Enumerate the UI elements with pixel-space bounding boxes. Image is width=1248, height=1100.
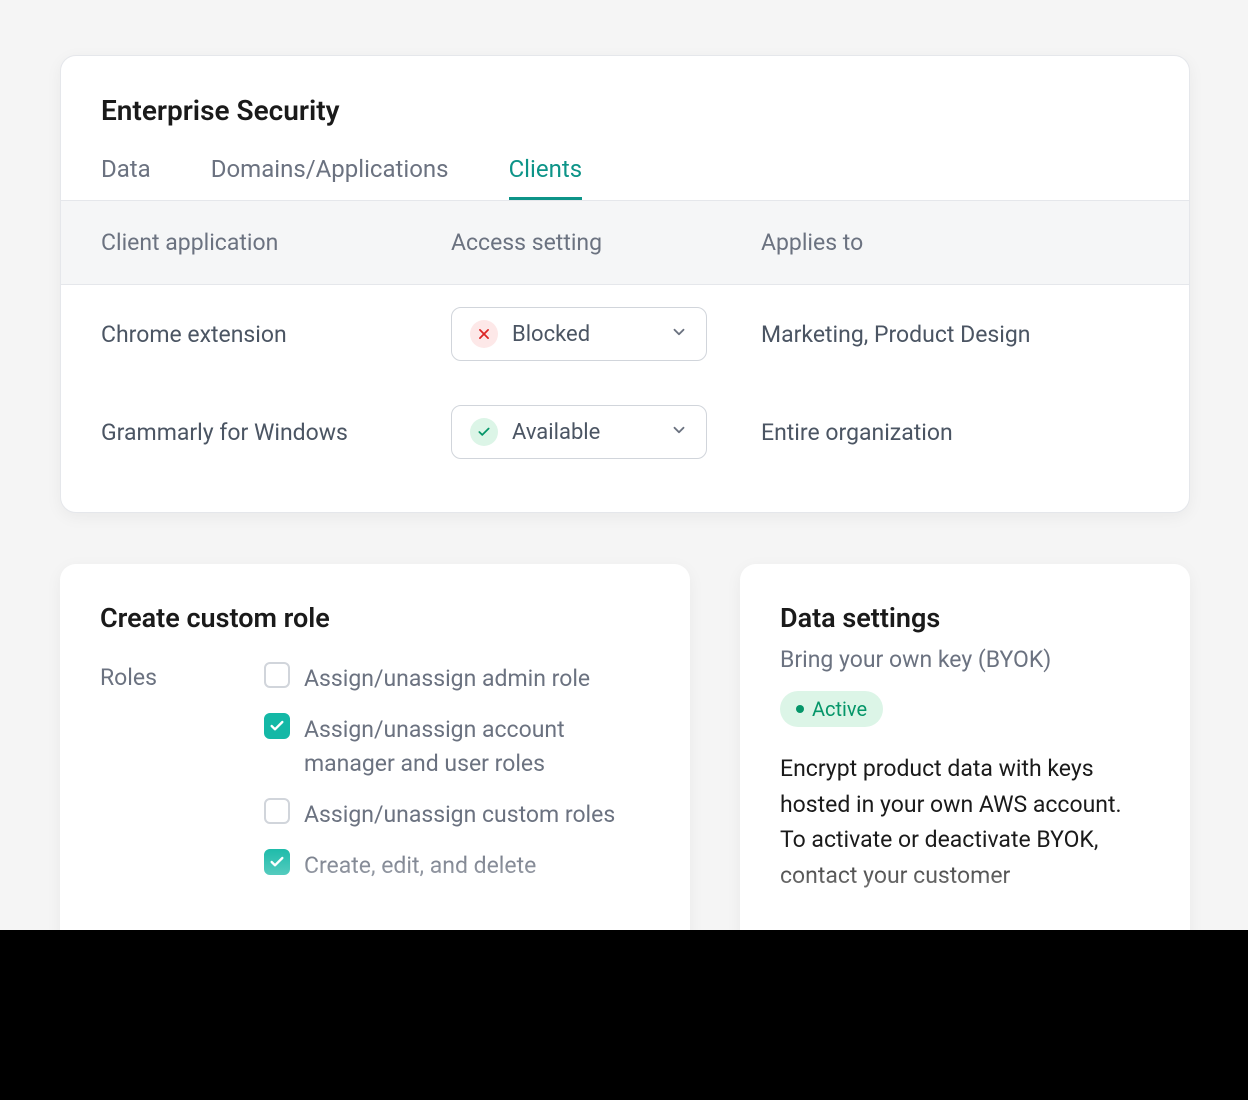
list-item: Create, edit, and delete (264, 849, 650, 882)
list-item: Assign/unassign custom roles (264, 798, 650, 831)
checkbox-label: Assign/unassign custom roles (304, 798, 615, 831)
checkbox[interactable] (264, 662, 290, 688)
status-badge-label: Active (812, 697, 867, 721)
client-app-name: Grammarly for Windows (101, 419, 451, 446)
table-row: Grammarly for Windows Available Entire o… (61, 383, 1189, 481)
list-item: Assign/unassign account manager and user… (264, 713, 650, 780)
status-badge: Active (780, 691, 883, 727)
section-title: Create custom role (100, 602, 650, 634)
access-select-blocked[interactable]: Blocked (451, 307, 707, 361)
x-icon (470, 320, 498, 348)
applies-to-value: Marketing, Product Design (761, 321, 1149, 348)
dot-icon (796, 705, 804, 713)
section-title: Data settings (780, 602, 1150, 634)
checkbox[interactable] (264, 798, 290, 824)
checkbox-label: Assign/unassign account manager and user… (304, 713, 650, 780)
enterprise-security-card: Enterprise Security Data Domains/Applica… (60, 55, 1190, 513)
access-select-label: Available (512, 420, 670, 445)
byok-description: Encrypt product data with keys hosted in… (780, 751, 1150, 894)
page-title: Enterprise Security (101, 94, 1149, 127)
list-item: Assign/unassign admin role (264, 662, 650, 695)
bottom-bar (0, 930, 1248, 1100)
checkbox[interactable] (264, 849, 290, 875)
column-applies-to: Applies to (761, 229, 1149, 256)
access-select-available[interactable]: Available (451, 405, 707, 459)
roles-group-label: Roles (100, 662, 240, 883)
tabs: Data Domains/Applications Clients (101, 155, 1149, 200)
client-app-name: Chrome extension (101, 321, 451, 348)
column-client-application: Client application (101, 229, 451, 256)
applies-to-value: Entire organization (761, 419, 1149, 446)
checkbox-label: Create, edit, and delete (304, 849, 536, 882)
checkbox-label: Assign/unassign admin role (304, 662, 590, 695)
checkbox[interactable] (264, 713, 290, 739)
create-custom-role-card: Create custom role Roles Assign/unassign… (60, 564, 690, 930)
byok-subtitle: Bring your own key (BYOK) (780, 646, 1150, 673)
chevron-down-icon (670, 323, 688, 345)
table-row: Chrome extension Blocked Marketing, Prod… (61, 285, 1189, 383)
tab-domains[interactable]: Domains/Applications (211, 155, 449, 200)
roles-checklist: Assign/unassign admin role Assign/unassi… (264, 662, 650, 883)
tab-data[interactable]: Data (101, 155, 151, 200)
check-icon (470, 418, 498, 446)
table-header: Client application Access setting Applie… (61, 200, 1189, 285)
data-settings-card: Data settings Bring your own key (BYOK) … (740, 564, 1190, 930)
access-select-label: Blocked (512, 322, 670, 347)
chevron-down-icon (670, 421, 688, 443)
tab-clients[interactable]: Clients (509, 155, 583, 200)
column-access-setting: Access setting (451, 229, 761, 256)
